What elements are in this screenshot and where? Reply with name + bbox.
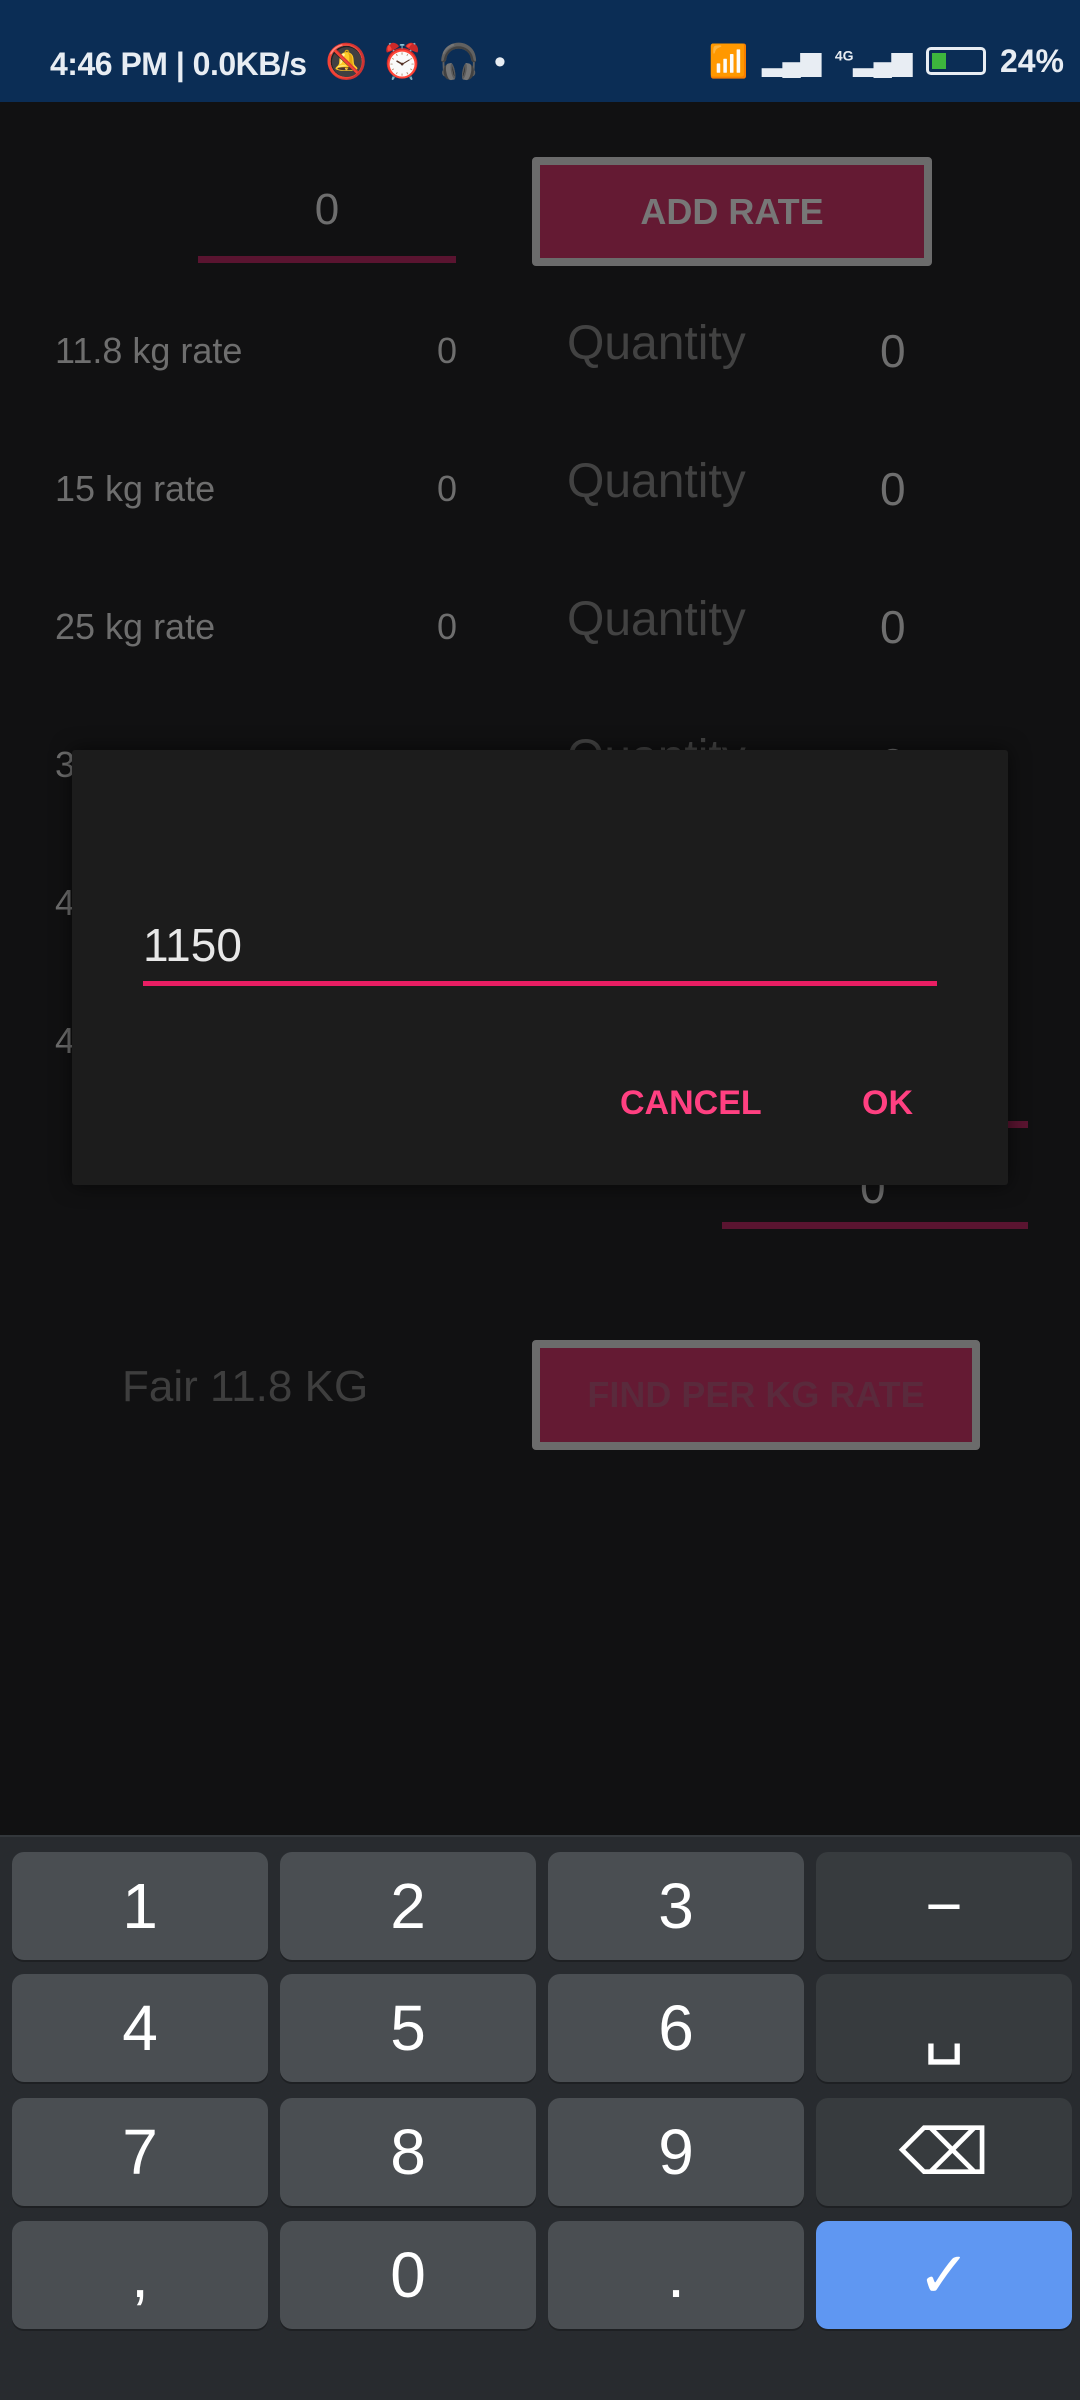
key-6[interactable]: 6 xyxy=(548,1974,804,2082)
rate-input-underline xyxy=(198,256,456,263)
row-quantity: 0 xyxy=(880,325,906,377)
backspace-icon: ⌫ xyxy=(898,2115,990,2188)
key-backspace[interactable]: ⌫ xyxy=(816,2098,1072,2206)
battery-charging-icon xyxy=(925,47,986,75)
fair-label: Fair 11.8 KG xyxy=(122,1362,369,1411)
key-label: 0 xyxy=(390,2239,426,2311)
signal-4g-icon: 4G▂▄▆ xyxy=(834,45,912,76)
row-label: 11.8 kg rate xyxy=(55,330,243,371)
quantity-input[interactable]: Quantity xyxy=(567,316,746,371)
net-speed: 0.0KB/s xyxy=(192,46,307,82)
key-minus[interactable]: − xyxy=(816,1852,1072,1960)
mute-bell-icon: 🔕 xyxy=(325,43,382,81)
minus-icon: − xyxy=(925,1870,963,1942)
rate-input[interactable]: 0 xyxy=(198,185,456,235)
signal-icon: ▂▄▆ xyxy=(762,45,821,76)
key-0[interactable]: 0 xyxy=(280,2221,536,2329)
key-space[interactable]: ␣ xyxy=(816,1974,1072,2082)
dialog-input-underline xyxy=(143,981,937,986)
notification-icons: 🔕⏰🎧• xyxy=(325,42,520,82)
quantity-input[interactable]: Quantity xyxy=(567,454,746,509)
clock: 4:46 PM xyxy=(50,46,168,82)
numeric-keyboard: 1 2 3 − 4 5 6 ␣ 7 8 9 ⌫, 0. ✓ xyxy=(0,1835,1080,2400)
key-label: , xyxy=(131,2239,149,2311)
key-label: 4 xyxy=(122,1992,158,2064)
quantity-input[interactable]: Quantity xyxy=(567,592,746,647)
key-label: . xyxy=(667,2239,685,2311)
status-time: 4:46 PM | 0.0KB/s xyxy=(50,46,307,82)
row-label: 15 kg rate xyxy=(55,468,216,509)
key-5[interactable]: 5 xyxy=(280,1974,536,2082)
cancel-button[interactable]: CANCEL xyxy=(620,1084,762,1123)
headset-icon: 🎧 xyxy=(437,43,495,81)
row-quantity: 0 xyxy=(880,601,906,653)
key-8[interactable]: 8 xyxy=(280,2098,536,2206)
key-label: 1 xyxy=(122,1870,158,1942)
dialog-input[interactable]: 1150 xyxy=(143,918,242,972)
row-rate: 0 xyxy=(436,468,458,509)
key-7[interactable]: 7 xyxy=(12,2098,268,2206)
dot-icon: • xyxy=(494,43,520,81)
lower-input-underline-2 xyxy=(722,1222,1028,1229)
battery-percent: 24% xyxy=(999,42,1064,79)
key-label: 8 xyxy=(390,2116,426,2188)
input-dialog: 1150 CANCEL OK xyxy=(72,750,1008,1185)
system-icons: 📶 ▂▄▆ 4G▂▄▆ 24% xyxy=(709,42,1064,80)
add-rate-button[interactable]: ADD RATE xyxy=(532,157,932,266)
key-label: 2 xyxy=(390,1870,426,1942)
alarm-icon: ⏰ xyxy=(381,43,438,81)
status-bar: 4:46 PM | 0.0KB/s 🔕⏰🎧• 📶 ▂▄▆ 4G▂▄▆ 24% xyxy=(0,0,1080,102)
key-2[interactable]: 2 xyxy=(280,1852,536,1960)
row-label: 25 kg rate xyxy=(55,606,216,647)
ok-button[interactable]: OK xyxy=(862,1084,913,1123)
row-rate: 0 xyxy=(436,606,458,647)
row-quantity: 0 xyxy=(880,463,906,515)
wifi-icon: 📶 xyxy=(708,43,749,79)
key-label: 7 xyxy=(122,2116,158,2188)
key-label: 5 xyxy=(390,1992,426,2064)
key-label: 9 xyxy=(658,2116,694,2188)
key-label: 3 xyxy=(658,1870,694,1942)
find-per-kg-rate-button[interactable]: FIND PER KG RATE xyxy=(532,1340,980,1450)
key-3[interactable]: 3 xyxy=(548,1852,804,1960)
key-label: 6 xyxy=(658,1992,694,2064)
key-4[interactable]: 4 xyxy=(12,1974,268,2082)
key-9[interactable]: 9 xyxy=(548,2098,804,2206)
row-rate: 0 xyxy=(436,330,458,371)
enter-icon: ✓ xyxy=(917,2238,971,2311)
key-enter[interactable]: ✓ xyxy=(816,2221,1072,2329)
key-1[interactable]: 1 xyxy=(12,1852,268,1960)
key-period[interactable]: . xyxy=(548,2221,804,2329)
key-comma[interactable]: , xyxy=(12,2221,268,2329)
space-icon: ␣ xyxy=(923,1991,965,2064)
